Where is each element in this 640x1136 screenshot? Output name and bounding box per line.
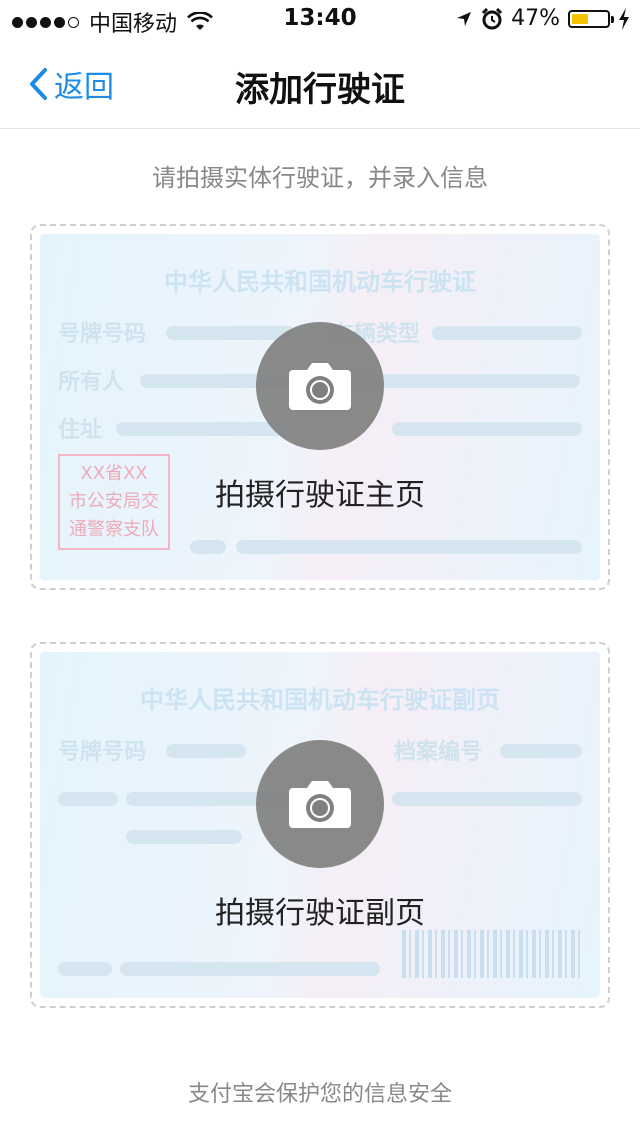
front-field-address: 住址 <box>58 418 103 443</box>
back-watermark-title: 中华人民共和国机动车行驶证副页 <box>140 686 500 714</box>
page-title: 添加行驶证 <box>235 70 405 110</box>
charging-icon <box>619 7 629 30</box>
alarm-icon <box>482 7 503 29</box>
blur-line <box>120 962 380 976</box>
front-page-capture-card[interactable]: 中华人民共和国机动车行驶证 号牌号码 车辆类型 所有人 住址 XX省XX 市公安… <box>30 224 610 590</box>
battery-icon <box>568 9 614 28</box>
battery-fill <box>572 13 588 24</box>
camera-button[interactable] <box>256 322 384 450</box>
blur-line <box>432 326 582 340</box>
back-field-file-number: 档案编号 <box>394 740 483 765</box>
blur-line <box>58 792 118 806</box>
front-field-plate: 号牌号码 <box>58 322 147 347</box>
security-note: 支付宝会保护您的信息安全 <box>187 1082 452 1107</box>
location-icon <box>457 11 472 26</box>
back-page-capture-card[interactable]: 中华人民共和国机动车行驶证副页 号牌号码 档案编号 拍摄行驶证副页 <box>30 642 610 1008</box>
camera-icon <box>289 363 351 410</box>
stamp-line: 通警察支队 <box>69 519 159 540</box>
capture-front-label: 拍摄行驶证主页 <box>215 478 425 513</box>
capture-back-label: 拍摄行驶证副页 <box>215 896 425 931</box>
battery-percent: 47% <box>511 6 560 31</box>
back-license-sample: 中华人民共和国机动车行驶证副页 号牌号码 档案编号 拍摄行驶证副页 <box>40 652 600 998</box>
blur-line <box>236 540 582 554</box>
status-right: 47% <box>455 6 630 31</box>
blur-line <box>190 540 226 554</box>
blur-line <box>58 962 112 976</box>
camera-icon <box>289 781 351 828</box>
barcode-image <box>402 930 582 978</box>
status-bar: 中国移动 13:40 47% <box>0 0 640 40</box>
back-field-plate: 号牌号码 <box>58 740 147 765</box>
blur-line <box>166 744 246 758</box>
front-license-sample: 中华人民共和国机动车行驶证 号牌号码 车辆类型 所有人 住址 XX省XX 市公安… <box>40 234 600 580</box>
camera-button[interactable] <box>256 740 384 868</box>
blur-line <box>126 830 242 844</box>
instruction-text: 请拍摄实体行驶证，并录入信息 <box>152 164 488 192</box>
nav-bar: 返回 添加行驶证 <box>0 40 640 129</box>
blur-line <box>392 792 582 806</box>
front-field-owner: 所有人 <box>58 370 125 395</box>
blur-line <box>116 422 282 436</box>
blur-line <box>500 744 582 758</box>
front-watermark-title: 中华人民共和国机动车行驶证 <box>164 268 476 296</box>
blur-line <box>392 422 582 436</box>
